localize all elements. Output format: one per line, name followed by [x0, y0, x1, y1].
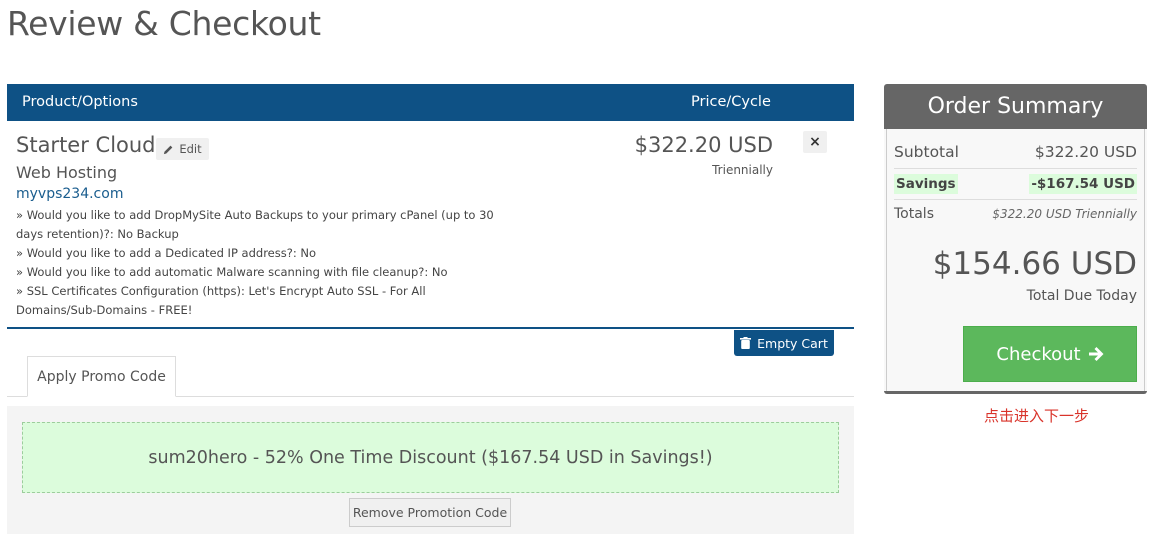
empty-cart-label: Empty Cart — [757, 335, 828, 351]
subtotal-value: $322.20 USD — [1034, 143, 1137, 161]
savings-row: Savings -$167.54 USD — [894, 172, 1137, 196]
subtotal-label: Subtotal — [894, 143, 959, 161]
checkout-label: Checkout — [996, 343, 1081, 365]
col-price-header: Price/Cycle — [691, 94, 771, 110]
close-icon: × — [809, 134, 821, 150]
savings-label: Savings — [894, 174, 958, 194]
totals-value: $322.20 USD Triennially — [992, 207, 1137, 221]
option-line: » Would you like to add a Dedicated IP a… — [16, 246, 316, 260]
option-line: » Would you like to add automatic Malwar… — [16, 265, 448, 279]
product-price: $322.20 USD — [634, 133, 773, 157]
table-divider — [7, 327, 854, 329]
tab-apply-promo[interactable]: Apply Promo Code — [27, 356, 176, 397]
next-step-note: 点击进入下一步 — [984, 407, 1090, 425]
product-options: » Would you like to add DropMySite Auto … — [16, 206, 496, 320]
summary-divider — [894, 168, 1137, 169]
summary-divider — [894, 199, 1137, 200]
col-product-header: Product/Options — [22, 94, 138, 110]
subtotal-row: Subtotal $322.20 USD — [894, 141, 1137, 163]
cart-table-header: Product/Options Price/Cycle — [7, 84, 854, 121]
order-summary-title: Order Summary — [884, 84, 1147, 129]
pencil-icon — [164, 145, 173, 154]
page-title: Review & Checkout — [7, 4, 321, 43]
billing-cycle: Triennially — [712, 163, 773, 177]
edit-button[interactable]: Edit — [156, 138, 209, 160]
product-name: Starter Cloud — [16, 133, 156, 157]
option-line: » Would you like to add DropMySite Auto … — [16, 208, 494, 241]
option-line: » SSL Certificates Configuration (https)… — [16, 284, 426, 317]
product-domain: myvps234.com — [16, 186, 124, 202]
product-group: Web Hosting — [16, 163, 118, 182]
trash-icon — [740, 337, 752, 349]
checkout-button[interactable]: Checkout — [963, 326, 1137, 382]
remove-item-button[interactable]: × — [803, 131, 827, 153]
arrow-right-icon — [1088, 347, 1104, 361]
edit-label: Edit — [179, 142, 202, 156]
empty-cart-button[interactable]: Empty Cart — [734, 330, 834, 356]
total-due-label: Total Due Today — [1026, 288, 1137, 304]
totals-row: Totals $322.20 USD Triennially — [894, 203, 1137, 225]
applied-promo-message: sum20hero - 52% One Time Discount ($167.… — [22, 422, 839, 493]
total-due-amount: $154.66 USD — [932, 246, 1137, 282]
remove-promo-button[interactable]: Remove Promotion Code — [349, 498, 511, 527]
totals-label: Totals — [894, 206, 934, 222]
savings-value: -$167.54 USD — [1029, 174, 1137, 194]
